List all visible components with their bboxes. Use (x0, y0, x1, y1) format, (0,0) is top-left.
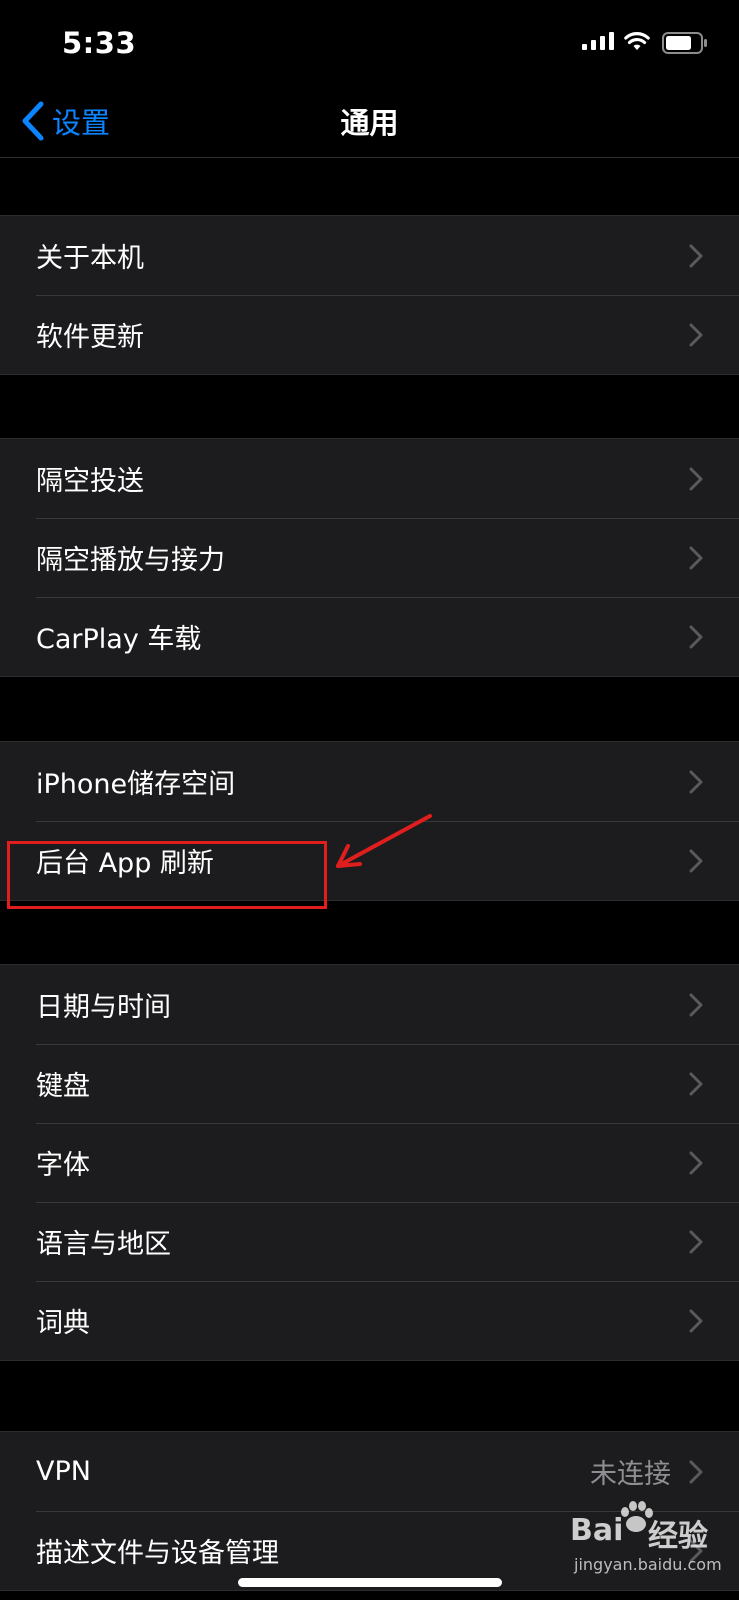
row-label: 词典 (36, 1308, 90, 1339)
settings-group-storage: iPhone储存空间 后台 App 刷新 (0, 741, 739, 901)
status-time: 5:33 (62, 26, 137, 60)
row-label: 语言与地区 (36, 1229, 171, 1260)
battery-icon (662, 32, 707, 54)
row-label: 软件更新 (36, 322, 144, 353)
cellular-signal-icon (582, 32, 614, 50)
chevron-right-icon (689, 467, 703, 490)
chevron-right-icon (689, 993, 703, 1016)
row-label: 后台 App 刷新 (36, 848, 214, 879)
row-date-time[interactable]: 日期与时间 (0, 965, 739, 1044)
chevron-right-icon (689, 1539, 703, 1562)
wifi-icon (624, 32, 650, 50)
settings-group-airdrop: 隔空投送 隔空播放与接力 CarPlay 车载 (0, 438, 739, 677)
chevron-right-icon (689, 770, 703, 793)
chevron-right-icon (689, 1309, 703, 1332)
chevron-right-icon (689, 1072, 703, 1095)
row-label: 字体 (36, 1150, 90, 1181)
settings-group-about: 关于本机 软件更新 (0, 215, 739, 375)
row-keyboard[interactable]: 键盘 (0, 1044, 739, 1123)
row-about[interactable]: 关于本机 (0, 216, 739, 295)
row-dictionary[interactable]: 词典 (0, 1281, 739, 1360)
row-label: 隔空播放与接力 (36, 545, 225, 576)
row-label: 日期与时间 (36, 992, 171, 1023)
page-title: 通用 (340, 106, 399, 140)
chevron-right-icon (689, 1151, 703, 1174)
settings-group-vpn: VPN 未连接 描述文件与设备管理 (0, 1431, 739, 1591)
chevron-right-icon (689, 546, 703, 569)
chevron-right-icon (689, 849, 703, 872)
chevron-right-icon (689, 625, 703, 648)
row-vpn[interactable]: VPN 未连接 (0, 1432, 739, 1511)
row-software-update[interactable]: 软件更新 (0, 295, 739, 374)
row-label: VPN (36, 1456, 91, 1487)
row-fonts[interactable]: 字体 (0, 1123, 739, 1202)
navigation-bar: 设置 通用 (0, 90, 739, 158)
chevron-right-icon (689, 1230, 703, 1253)
row-carplay[interactable]: CarPlay 车载 (0, 597, 739, 676)
vpn-status-value: 未连接 (590, 1459, 671, 1490)
row-label: 描述文件与设备管理 (36, 1538, 279, 1569)
chevron-right-icon (689, 323, 703, 346)
status-bar: 5:33 (0, 0, 739, 90)
row-language-region[interactable]: 语言与地区 (0, 1202, 739, 1281)
home-indicator[interactable] (238, 1578, 502, 1587)
row-iphone-storage[interactable]: iPhone储存空间 (0, 742, 739, 821)
row-background-app-refresh[interactable]: 后台 App 刷新 (0, 821, 739, 900)
row-label: CarPlay 车载 (36, 624, 202, 655)
chevron-right-icon (689, 1460, 703, 1483)
row-label: 隔空投送 (36, 466, 144, 497)
row-airplay-handoff[interactable]: 隔空播放与接力 (0, 518, 739, 597)
row-label: 键盘 (36, 1071, 90, 1102)
row-airdrop[interactable]: 隔空投送 (0, 439, 739, 518)
row-label: iPhone储存空间 (36, 769, 236, 800)
settings-group-regional: 日期与时间 键盘 字体 语言与地区 词典 (0, 964, 739, 1361)
chevron-right-icon (689, 244, 703, 267)
row-label: 关于本机 (36, 243, 144, 274)
